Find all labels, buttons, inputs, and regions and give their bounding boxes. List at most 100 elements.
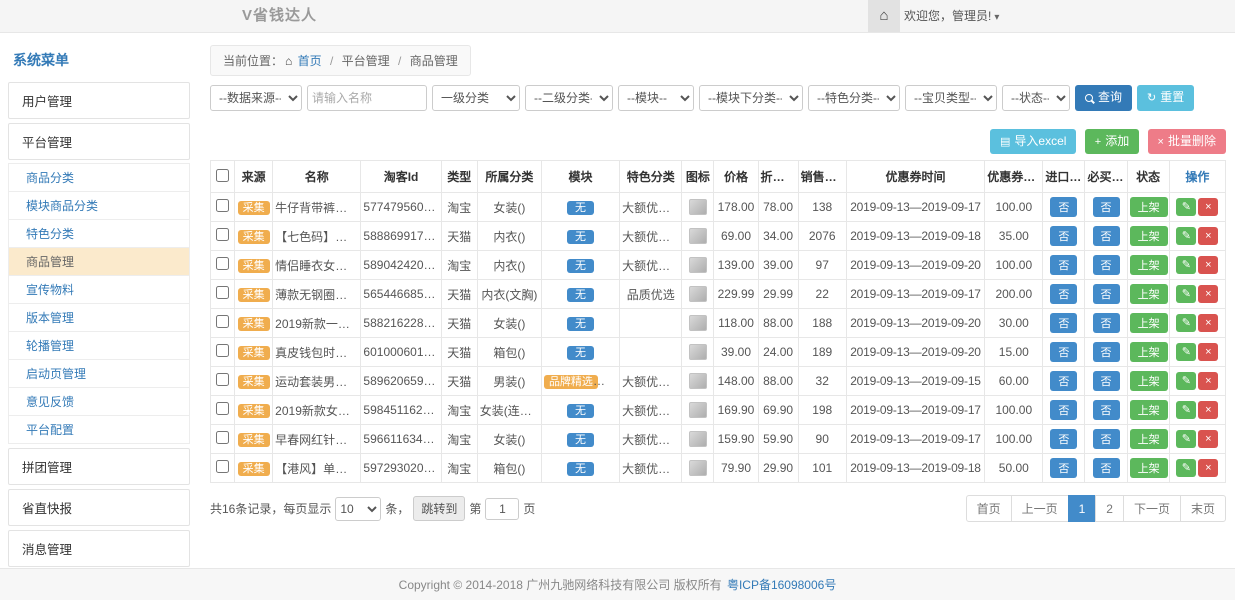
- sidebar-item-3[interactable]: 模块商品分类: [8, 191, 190, 220]
- row-checkbox[interactable]: [216, 402, 229, 415]
- sidebar-item-2[interactable]: 商品分类: [8, 163, 190, 192]
- status-button[interactable]: 上架: [1130, 400, 1168, 420]
- status-button[interactable]: 上架: [1130, 284, 1168, 304]
- status-button[interactable]: 上架: [1130, 429, 1168, 449]
- import-select-toggle[interactable]: 否: [1050, 400, 1077, 420]
- sidebar-item-4[interactable]: 特色分类: [8, 219, 190, 248]
- must-buy-toggle[interactable]: 否: [1093, 371, 1120, 391]
- edit-button[interactable]: ✎: [1176, 430, 1196, 448]
- import-select-toggle[interactable]: 否: [1050, 313, 1077, 333]
- delete-button[interactable]: ×: [1198, 343, 1218, 361]
- add-button[interactable]: + 添加: [1085, 129, 1139, 154]
- delete-button[interactable]: ×: [1198, 227, 1218, 245]
- per-page-select[interactable]: 10: [335, 497, 381, 521]
- sidebar-group-12[interactable]: 拼团管理: [8, 448, 190, 485]
- row-checkbox[interactable]: [216, 431, 229, 444]
- import-select-toggle[interactable]: 否: [1050, 371, 1077, 391]
- sidebar-item-10[interactable]: 意见反馈: [8, 387, 190, 416]
- search-button[interactable]: 查询: [1075, 85, 1132, 110]
- status-select[interactable]: --状态--: [1002, 85, 1070, 111]
- delete-button[interactable]: ×: [1198, 198, 1218, 216]
- page-number-input[interactable]: [485, 498, 519, 520]
- module-select[interactable]: --模块--: [618, 85, 694, 111]
- must-buy-toggle[interactable]: 否: [1093, 342, 1120, 362]
- page-button-0[interactable]: 首页: [966, 495, 1012, 522]
- sidebar-item-8[interactable]: 轮播管理: [8, 331, 190, 360]
- page-button-5[interactable]: 末页: [1180, 495, 1226, 522]
- page-button-1[interactable]: 上一页: [1011, 495, 1069, 522]
- import-select-toggle[interactable]: 否: [1050, 197, 1077, 217]
- name-input[interactable]: [307, 85, 427, 111]
- must-buy-toggle[interactable]: 否: [1093, 226, 1120, 246]
- feature-category-select[interactable]: --特色分类--: [808, 85, 900, 111]
- import-select-toggle[interactable]: 否: [1050, 284, 1077, 304]
- must-buy-toggle[interactable]: 否: [1093, 429, 1120, 449]
- row-checkbox[interactable]: [216, 199, 229, 212]
- row-checkbox[interactable]: [216, 286, 229, 299]
- sidebar-item-11[interactable]: 平台配置: [8, 415, 190, 444]
- edit-button[interactable]: ✎: [1176, 285, 1196, 303]
- status-button[interactable]: 上架: [1130, 342, 1168, 362]
- must-buy-toggle[interactable]: 否: [1093, 313, 1120, 333]
- import-select-toggle[interactable]: 否: [1050, 255, 1077, 275]
- import-select-toggle[interactable]: 否: [1050, 342, 1077, 362]
- sidebar-group-0[interactable]: 用户管理: [8, 82, 190, 119]
- sidebar-item-5[interactable]: 商品管理: [8, 247, 190, 276]
- status-button[interactable]: 上架: [1130, 197, 1168, 217]
- page-button-2[interactable]: 1: [1068, 495, 1097, 522]
- edit-button[interactable]: ✎: [1176, 227, 1196, 245]
- status-button[interactable]: 上架: [1130, 255, 1168, 275]
- delete-button[interactable]: ×: [1198, 285, 1218, 303]
- reset-button[interactable]: ↻ 重置: [1137, 85, 1194, 110]
- sidebar-item-6[interactable]: 宣传物料: [8, 275, 190, 304]
- edit-button[interactable]: ✎: [1176, 343, 1196, 361]
- batch-delete-button[interactable]: × 批量删除: [1148, 129, 1226, 154]
- row-checkbox[interactable]: [216, 460, 229, 473]
- status-button[interactable]: 上架: [1130, 458, 1168, 478]
- must-buy-toggle[interactable]: 否: [1093, 197, 1120, 217]
- import-select-toggle[interactable]: 否: [1050, 458, 1077, 478]
- import-select-toggle[interactable]: 否: [1050, 429, 1077, 449]
- data-source-select[interactable]: --数据来源--: [210, 85, 302, 111]
- must-buy-toggle[interactable]: 否: [1093, 458, 1120, 478]
- row-checkbox[interactable]: [216, 373, 229, 386]
- edit-button[interactable]: ✎: [1176, 372, 1196, 390]
- edit-button[interactable]: ✎: [1176, 256, 1196, 274]
- import-select-toggle[interactable]: 否: [1050, 226, 1077, 246]
- delete-button[interactable]: ×: [1198, 256, 1218, 274]
- icp-link[interactable]: 粤ICP备16098006号: [727, 578, 836, 592]
- delete-button[interactable]: ×: [1198, 314, 1218, 332]
- delete-button[interactable]: ×: [1198, 401, 1218, 419]
- item-type-select[interactable]: --宝贝类型--: [905, 85, 997, 111]
- sidebar-group-1[interactable]: 平台管理: [8, 123, 190, 160]
- select-all-checkbox[interactable]: [216, 169, 229, 182]
- must-buy-toggle[interactable]: 否: [1093, 400, 1120, 420]
- home-button[interactable]: ⌂: [868, 0, 900, 32]
- status-button[interactable]: 上架: [1130, 226, 1168, 246]
- page-button-4[interactable]: 下一页: [1123, 495, 1181, 522]
- sidebar-item-7[interactable]: 版本管理: [8, 303, 190, 332]
- level2-category-select[interactable]: --二级分类--: [525, 85, 613, 111]
- level1-category-select[interactable]: 一级分类: [432, 85, 520, 111]
- row-checkbox[interactable]: [216, 344, 229, 357]
- module-sub-category-select[interactable]: --模块下分类--: [699, 85, 803, 111]
- status-button[interactable]: 上架: [1130, 371, 1168, 391]
- page-button-3[interactable]: 2: [1095, 495, 1124, 522]
- import-excel-button[interactable]: ▤ 导入excel: [990, 129, 1076, 154]
- row-checkbox[interactable]: [216, 257, 229, 270]
- breadcrumb-home-link[interactable]: 首页: [298, 54, 322, 68]
- must-buy-toggle[interactable]: 否: [1093, 255, 1120, 275]
- delete-button[interactable]: ×: [1198, 430, 1218, 448]
- edit-button[interactable]: ✎: [1176, 459, 1196, 477]
- sidebar-item-9[interactable]: 启动页管理: [8, 359, 190, 388]
- must-buy-toggle[interactable]: 否: [1093, 284, 1120, 304]
- sidebar-group-13[interactable]: 省直快报: [8, 489, 190, 526]
- edit-button[interactable]: ✎: [1176, 198, 1196, 216]
- row-checkbox[interactable]: [216, 228, 229, 241]
- row-checkbox[interactable]: [216, 315, 229, 328]
- user-menu[interactable]: 欢迎您，管理员!▾: [904, 0, 999, 32]
- jump-button[interactable]: 跳转到: [413, 496, 465, 521]
- delete-button[interactable]: ×: [1198, 459, 1218, 477]
- status-button[interactable]: 上架: [1130, 313, 1168, 333]
- delete-button[interactable]: ×: [1198, 372, 1218, 390]
